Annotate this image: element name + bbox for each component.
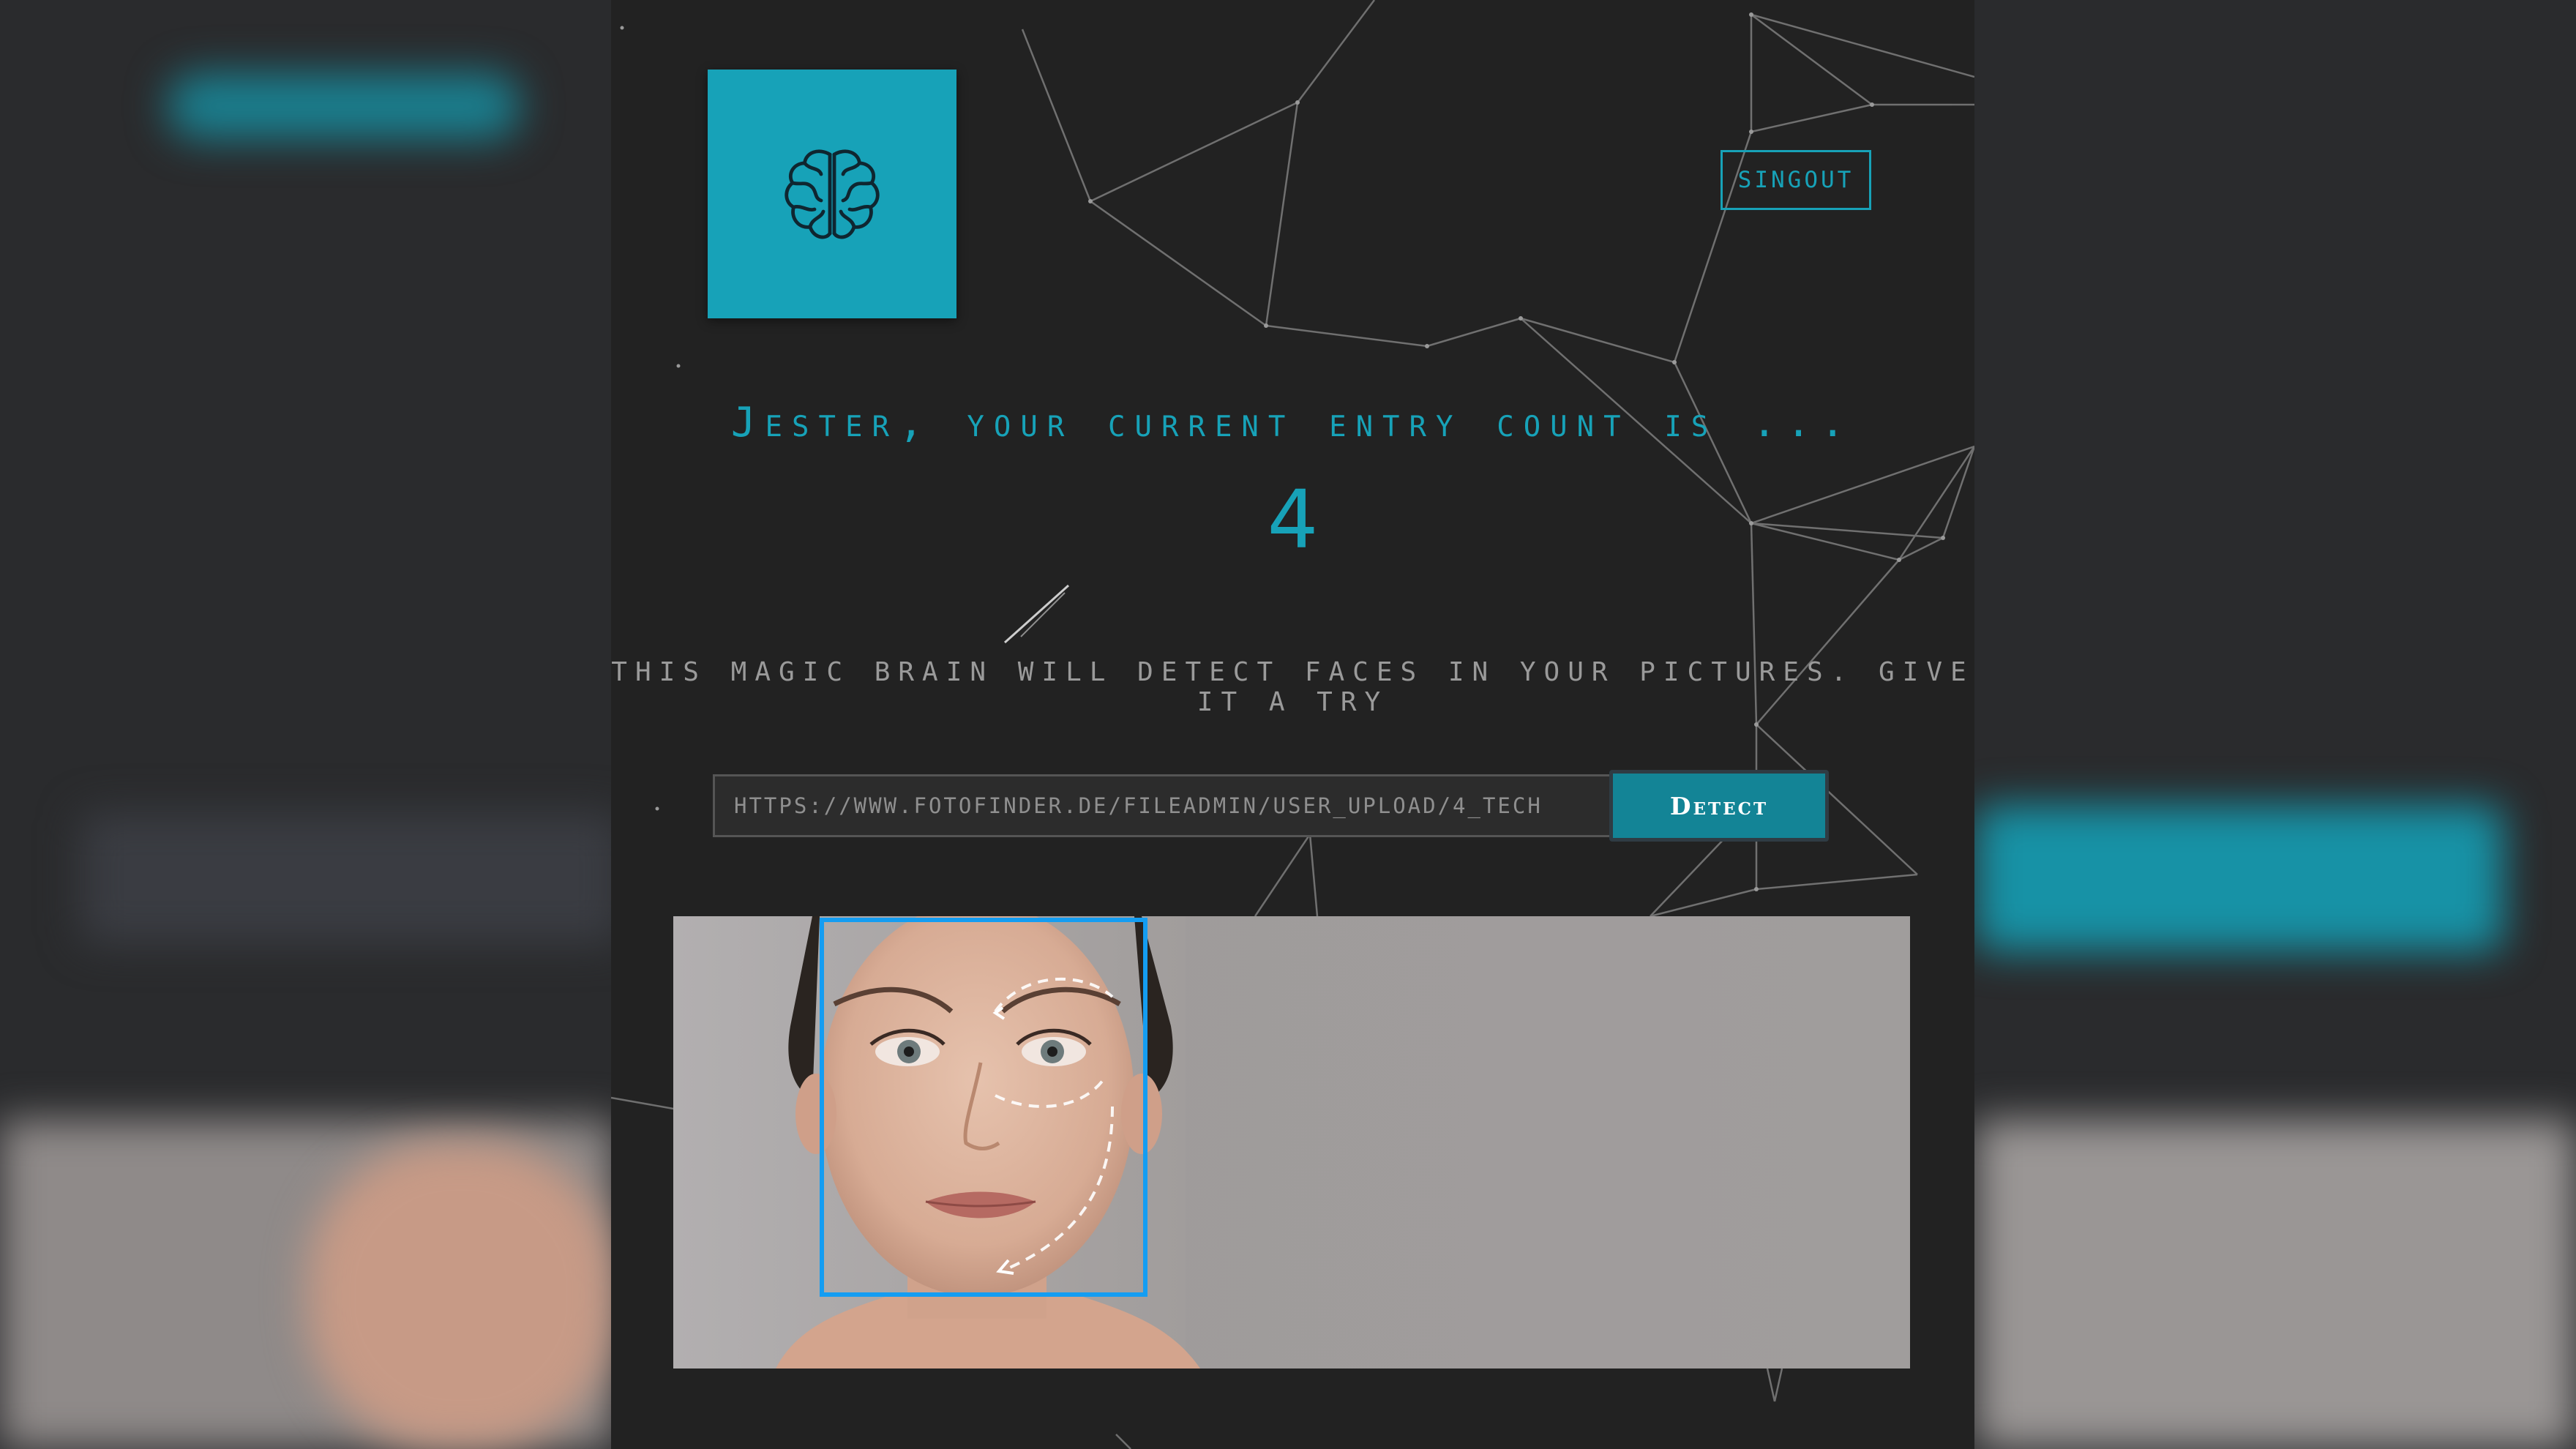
app-tagline: This Magic Brain will detect faces in yo… [611, 657, 1974, 717]
detected-face-image [673, 916, 1910, 1368]
app-page: SINGOUT Jester, your current entry count… [611, 0, 1974, 1449]
backdrop-button-blur [1976, 805, 2503, 951]
backdrop-logo-blur [168, 73, 520, 139]
image-url-input[interactable] [713, 774, 1609, 837]
entry-count-value: 4 [1267, 473, 1319, 566]
backdrop-photo-right-blur [1976, 1120, 2576, 1449]
signout-button[interactable]: SINGOUT [1721, 150, 1871, 210]
detect-button[interactable]: Detect [1609, 770, 1829, 842]
brain-icon [785, 149, 880, 239]
face-bounding-box [820, 918, 1147, 1297]
backdrop-input-blur [80, 812, 622, 944]
brain-logo-tile[interactable] [708, 70, 956, 318]
entry-count-greeting: Jester, your current entry count is ... [730, 399, 1855, 446]
backdrop-face-blur [307, 1142, 615, 1449]
